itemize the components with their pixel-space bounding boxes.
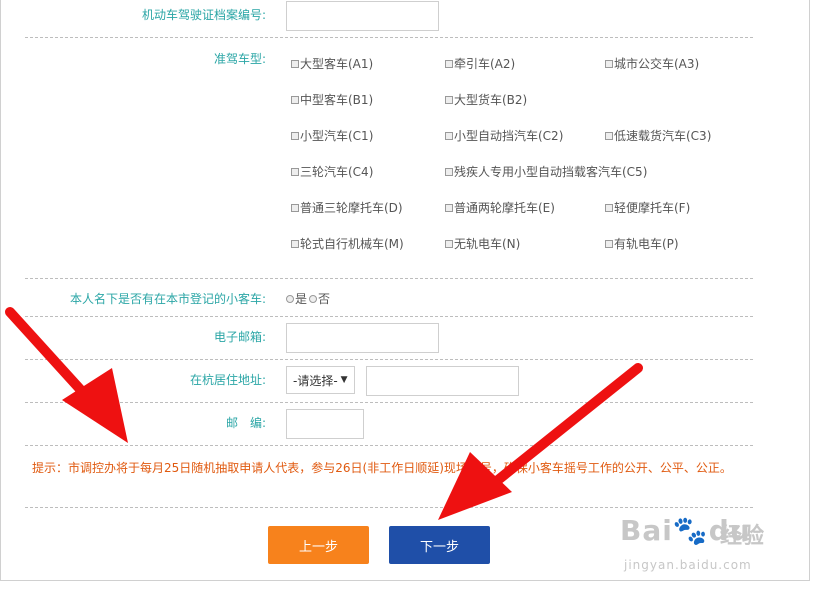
vehicle-type-option[interactable]: 牵引车(A2) (445, 55, 515, 72)
watermark-cn: 经验 (720, 524, 765, 549)
checkbox[interactable] (291, 95, 299, 104)
vehicle-type-option[interactable]: 大型客车(A1) (291, 55, 373, 72)
checkbox[interactable] (445, 131, 453, 140)
vehicle-type-option[interactable]: 低速载货汽车(C3) (605, 127, 711, 144)
postcode-input[interactable] (286, 409, 364, 439)
checkbox[interactable] (445, 203, 453, 212)
car-registered-no-radio[interactable]: 否 (309, 290, 330, 307)
radio-button[interactable] (309, 294, 317, 303)
divider (25, 278, 753, 279)
watermark-url: jingyan.baidu.com (624, 558, 752, 572)
vehicle-type-label-text: 小型汽车(C1) (300, 129, 374, 143)
vehicle-type-label-text: 三轮汽车(C4) (300, 165, 374, 179)
radio-label-yes: 是 (295, 292, 308, 306)
caret-down-icon: ▼ (340, 375, 348, 385)
checkbox[interactable] (291, 167, 299, 176)
car-registered-label: 本人名下是否有在本市登记的小客车: (69, 292, 266, 306)
postcode-label: 邮 编: (225, 416, 266, 430)
vehicle-type-label-text: 小型自动挡汽车(C2) (454, 129, 564, 143)
vehicle-type-label: 准驾车型: (213, 52, 266, 66)
select-value: -请选择- (293, 373, 338, 388)
vehicle-type-label-text: 轮式自行机械车(M) (300, 237, 404, 251)
vehicle-type-option[interactable]: 轮式自行机械车(M) (291, 235, 404, 252)
vehicle-type-label-text: 残疾人专用小型自动挡载客汽车(C5) (454, 165, 648, 179)
file-number-input[interactable] (286, 1, 439, 31)
address-label: 在杭居住地址: (189, 373, 266, 387)
vehicle-type-option[interactable]: 小型汽车(C1) (291, 127, 373, 144)
vehicle-type-option[interactable]: 大型货车(B2) (445, 91, 527, 108)
radio-button[interactable] (286, 294, 294, 303)
prev-step-button[interactable]: 上一步 (268, 526, 369, 564)
vehicle-type-option[interactable]: 普通三轮摩托车(D) (291, 199, 403, 216)
checkbox[interactable] (605, 203, 613, 212)
vehicle-type-option[interactable]: 三轮汽车(C4) (291, 163, 373, 180)
checkbox[interactable] (291, 239, 299, 248)
vehicle-type-option[interactable]: 小型自动挡汽车(C2) (445, 127, 563, 144)
vehicle-type-option[interactable]: 无轨电车(N) (445, 235, 520, 252)
divider (25, 445, 753, 446)
vehicle-type-option[interactable]: 普通两轮摩托车(E) (445, 199, 555, 216)
checkbox[interactable] (445, 239, 453, 248)
address-district-select[interactable]: -请选择- ▼ (286, 366, 355, 394)
checkbox[interactable] (291, 131, 299, 140)
checkbox[interactable] (605, 239, 613, 248)
vehicle-type-label-text: 低速载货汽车(C3) (614, 129, 712, 143)
vehicle-type-label-text: 有轨电车(P) (614, 237, 679, 251)
file-number-label: 机动车驾驶证档案编号: (141, 8, 266, 22)
checkbox[interactable] (291, 59, 299, 68)
checkbox[interactable] (445, 95, 453, 104)
checkbox[interactable] (291, 203, 299, 212)
vehicle-type-label-text: 普通两轮摩托车(E) (454, 201, 555, 215)
divider (25, 316, 753, 317)
vehicle-type-option[interactable]: 残疾人专用小型自动挡载客汽车(C5) (445, 163, 647, 180)
baidu-watermark: Bai🐾du 经验 jingyan.baidu.com (620, 506, 780, 586)
vehicle-type-option[interactable]: 中型客车(B1) (291, 91, 373, 108)
vehicle-type-label-text: 无轨电车(N) (454, 237, 521, 251)
vehicle-type-option[interactable]: 轻便摩托车(F) (605, 199, 690, 216)
vehicle-type-label-text: 大型客车(A1) (300, 57, 374, 71)
vehicle-type-label-text: 大型货车(B2) (454, 93, 528, 107)
next-step-button[interactable]: 下一步 (389, 526, 490, 564)
vehicle-type-label-text: 轻便摩托车(F) (614, 201, 691, 215)
vehicle-type-option[interactable]: 城市公交车(A3) (605, 55, 699, 72)
divider (25, 37, 753, 38)
car-registered-yes-radio[interactable]: 是 (286, 290, 307, 307)
vehicle-type-label-text: 城市公交车(A3) (614, 57, 700, 71)
email-label: 电子邮箱: (213, 330, 266, 344)
tip-text: 提示：市调控办将于每月25日随机抽取申请人代表，参与26日(非工作日顺延)现场摇… (32, 461, 732, 475)
email-input[interactable] (286, 323, 439, 353)
address-input[interactable] (366, 366, 519, 396)
vehicle-type-option[interactable]: 有轨电车(P) (605, 235, 679, 252)
vehicle-type-label-text: 牵引车(A2) (454, 57, 516, 71)
vehicle-type-label-text: 普通三轮摩托车(D) (300, 201, 403, 215)
checkbox[interactable] (445, 167, 453, 176)
checkbox[interactable] (445, 59, 453, 68)
vehicle-type-label-text: 中型客车(B1) (300, 93, 374, 107)
divider (25, 359, 753, 360)
divider (25, 402, 753, 403)
radio-label-no: 否 (318, 292, 331, 306)
checkbox[interactable] (605, 59, 613, 68)
paw-icon: 🐾 (672, 514, 709, 547)
checkbox[interactable] (605, 131, 613, 140)
